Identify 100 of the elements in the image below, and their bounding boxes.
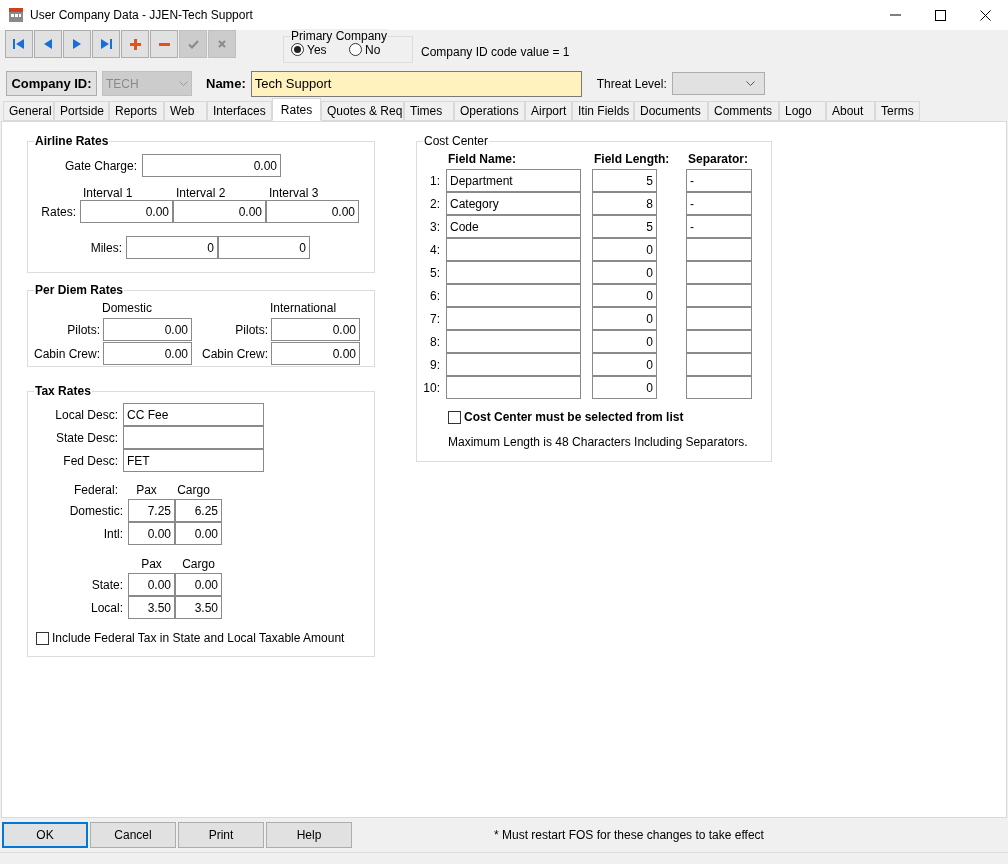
checkbox[interactable] <box>448 410 461 424</box>
field-label: Cabin Crew: <box>200 345 269 363</box>
separator-field[interactable]: - <box>686 169 752 192</box>
tab[interactable]: Comments <box>708 101 779 121</box>
tab[interactable]: Itin Fields <box>572 101 634 121</box>
separator-field[interactable] <box>686 376 752 399</box>
field-length-field[interactable]: 5 <box>592 169 657 192</box>
separator-field[interactable]: - <box>686 192 752 215</box>
miles-field[interactable]: 0 <box>218 236 310 259</box>
tax-rate-field[interactable]: 3.50 <box>175 596 222 619</box>
tab[interactable]: Documents <box>634 101 708 121</box>
tab[interactable]: Portside <box>54 101 109 121</box>
tab[interactable]: Terms <box>875 101 920 121</box>
separator-field[interactable]: - <box>686 215 752 238</box>
radio-button[interactable] <box>291 43 304 56</box>
tab[interactable]: Times <box>404 101 454 121</box>
maximize-icon[interactable] <box>935 9 946 21</box>
dialog-button[interactable]: Help <box>266 822 352 848</box>
tab[interactable]: Operations <box>454 101 525 121</box>
field-length-field[interactable]: 8 <box>592 192 657 215</box>
threat-level-label: Threat Level: <box>596 75 667 93</box>
column-header: Pax <box>135 483 158 497</box>
field-name-field[interactable] <box>446 261 581 284</box>
field-length-field[interactable]: 0 <box>592 330 657 353</box>
miles-field[interactable]: 0 <box>126 236 218 259</box>
tax-rate-field[interactable]: 3.50 <box>128 596 175 619</box>
tab[interactable]: Interfaces <box>207 101 272 121</box>
field-length-field[interactable]: 0 <box>592 238 657 261</box>
rate-field[interactable]: 0.00 <box>271 318 360 341</box>
field-name-field[interactable] <box>446 376 581 399</box>
tab[interactable]: General <box>3 101 54 121</box>
caret-icon <box>745 81 755 86</box>
field-name-field[interactable] <box>446 284 581 307</box>
tab[interactable]: About <box>826 101 875 121</box>
field-length-field[interactable]: 0 <box>592 284 657 307</box>
rate-field[interactable]: 0.00 <box>271 342 360 365</box>
field-label: Miles: <box>89 239 123 257</box>
tax-rate-field[interactable]: 0.00 <box>175 573 222 596</box>
rate-field[interactable]: 0.00 <box>173 200 266 223</box>
tab[interactable]: Web <box>164 101 207 121</box>
description-field[interactable] <box>123 426 264 449</box>
rate-field[interactable]: 0.00 <box>103 318 192 341</box>
rate-field[interactable]: 0.00 <box>80 200 173 223</box>
separator-field[interactable] <box>686 353 752 376</box>
field-length-field[interactable]: 0 <box>592 261 657 284</box>
group-title: Primary Company <box>290 29 389 43</box>
tax-rate-field[interactable]: 7.25 <box>128 499 175 522</box>
field-name-field[interactable]: Category <box>446 192 581 215</box>
separator-field[interactable] <box>686 284 752 307</box>
field-name-field[interactable] <box>446 353 581 376</box>
tax-rate-field[interactable]: 0.00 <box>128 573 175 596</box>
checkbox[interactable] <box>36 631 49 645</box>
tax-rate-field[interactable]: 0.00 <box>128 522 175 545</box>
add-button[interactable] <box>121 30 149 58</box>
description-field[interactable]: FET <box>123 449 264 472</box>
radio-button[interactable] <box>349 43 362 56</box>
remove-button[interactable] <box>150 30 178 58</box>
separator-field[interactable] <box>686 330 752 353</box>
tab[interactable]: Rates <box>272 98 321 121</box>
field-label: Local: <box>89 599 124 617</box>
separator-field[interactable] <box>686 261 752 284</box>
field-name-field[interactable] <box>446 238 581 261</box>
next-button[interactable] <box>63 30 91 58</box>
last-record-icon <box>100 39 112 49</box>
dialog-button[interactable]: OK <box>2 822 88 848</box>
tab[interactable]: Reports <box>109 101 164 121</box>
tax-rate-field[interactable]: 6.25 <box>175 499 222 522</box>
field-name-field[interactable]: Code <box>446 215 581 238</box>
tab[interactable]: Logo <box>779 101 826 121</box>
separator-field[interactable] <box>686 238 752 261</box>
separator-field[interactable] <box>686 307 752 330</box>
tab[interactable]: Quotes & Req <box>321 101 404 121</box>
dialog-button[interactable]: Print <box>178 822 264 848</box>
tab[interactable]: Airport <box>525 101 572 121</box>
radio-option[interactable]: No <box>349 40 381 59</box>
dialog-button[interactable]: Cancel <box>90 822 176 848</box>
threat-level-dropdown[interactable] <box>671 72 765 95</box>
rate-field[interactable]: 0.00 <box>266 200 359 223</box>
field-length-field[interactable]: 0 <box>592 307 657 330</box>
rate-field[interactable]: 0.00 <box>103 342 192 365</box>
field-name-field[interactable]: Department <box>446 169 581 192</box>
description-field[interactable]: CC Fee <box>123 403 264 426</box>
field-name-field[interactable] <box>446 330 581 353</box>
checkbox-label[interactable]: Cost Center must be selected from list <box>464 408 684 426</box>
name-field[interactable]: Tech Support <box>250 70 582 97</box>
first-button[interactable] <box>5 30 33 58</box>
last-button[interactable] <box>92 30 120 58</box>
field-length-field[interactable]: 5 <box>592 215 657 238</box>
field-name-field[interactable] <box>446 307 581 330</box>
tax-rate-field[interactable]: 0.00 <box>175 522 222 545</box>
gate-charge-field[interactable]: 0.00 <box>142 154 281 177</box>
field-length-field[interactable]: 0 <box>592 376 657 399</box>
close-icon[interactable] <box>980 9 991 21</box>
previous-button[interactable] <box>34 30 62 58</box>
column-header: Cargo <box>176 483 211 497</box>
field-length-field[interactable]: 0 <box>592 353 657 376</box>
row-number: 8: <box>429 333 441 351</box>
checkbox-label[interactable]: Include Federal Tax in State and Local Taxable Amount <box>52 629 345 647</box>
company-id-note: Company ID code value = 1 <box>421 44 570 61</box>
minus-icon <box>158 42 170 46</box>
